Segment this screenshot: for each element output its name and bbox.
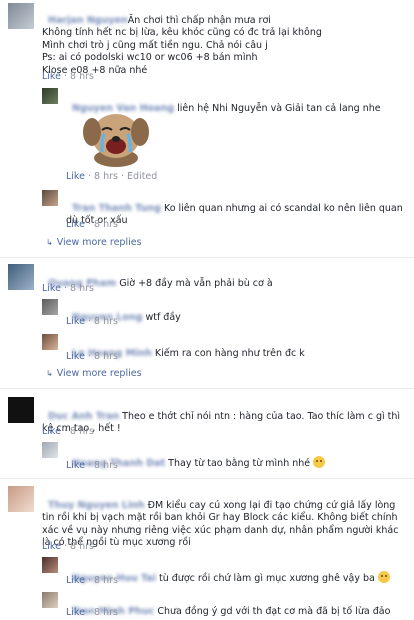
view-more-replies[interactable]: ↳ View more replies: [46, 237, 142, 248]
like-link[interactable]: Like: [66, 460, 85, 471]
comment-body: Harjan NguyenĂn chơi thì chấp nhận mưa r…: [42, 2, 406, 77]
comment-body: Quang Pham Giờ +8 đầy mà vẫn phải bù cơ …: [42, 265, 406, 290]
reply-text: Chưa đồng ý gd với th đạt cơ mà đã bị tố…: [157, 605, 391, 617]
comment-meta: Like · 8 hrs: [42, 71, 94, 82]
reply-arrow-icon: ↳: [46, 238, 53, 247]
reply-text: Kiếm ra con hàng như trên đc k: [154, 347, 305, 359]
reply-text: wtf đầy: [145, 311, 181, 323]
avatar[interactable]: [42, 442, 58, 458]
comment-text: Giờ +8 đầy mà vẫn phải bù cơ à: [119, 277, 273, 289]
like-link[interactable]: Like: [66, 171, 85, 182]
avatar[interactable]: [42, 557, 58, 573]
timestamp[interactable]: 8 hrs: [70, 283, 94, 294]
like-link[interactable]: Like: [42, 426, 61, 437]
grin-emoji: [377, 570, 390, 583]
reply-meta: Like · 8 hrs · Edited: [66, 171, 158, 182]
comment-meta: Like · 8 hrs: [42, 283, 94, 294]
reply-meta: Like · 8 hrs: [66, 607, 118, 618]
avatar[interactable]: [8, 397, 34, 423]
timestamp[interactable]: 8 hrs: [94, 575, 118, 586]
like-link[interactable]: Like: [42, 541, 61, 552]
timestamp[interactable]: 8 hrs: [94, 316, 118, 327]
reply-meta: Like · 8 hrs: [66, 575, 118, 586]
timestamp[interactable]: 8 hrs: [70, 426, 94, 437]
like-link[interactable]: Like: [66, 575, 85, 586]
divider: [0, 388, 414, 389]
avatar[interactable]: [42, 88, 58, 104]
comment-meta: Like · 8 hrs: [42, 541, 94, 552]
reply-meta: Like · 8 hrs: [66, 316, 118, 327]
avatar[interactable]: [8, 486, 34, 512]
reply-author[interactable]: Tran Thanh Tung: [72, 203, 161, 214]
reply-meta: Like · 8 hrs: [66, 219, 118, 230]
avatar[interactable]: [8, 3, 34, 29]
like-link[interactable]: Like: [66, 607, 85, 618]
timestamp[interactable]: 8 hrs: [94, 219, 118, 230]
timestamp[interactable]: 8 hrs: [70, 541, 94, 552]
avatar[interactable]: [42, 190, 58, 206]
reply-text: liên hệ Nhi Nguyễn và Giải tan cả lang n…: [177, 102, 381, 114]
like-link[interactable]: Like: [66, 351, 85, 362]
divider: [0, 478, 414, 479]
divider: [0, 257, 414, 258]
avatar[interactable]: [8, 264, 34, 290]
comment-body: Thuy Nguyen Linh ĐM kiểu cay cú xong lại…: [42, 487, 406, 550]
avatar[interactable]: [42, 299, 58, 315]
reply-text: tù được rồi chứ làm gì mục xương ghê vậy…: [159, 572, 375, 584]
like-link[interactable]: Like: [66, 219, 85, 230]
reply-text: Thay từ tao bằng từ mình nhé: [168, 457, 311, 469]
comment-author[interactable]: Harjan Nguyen: [48, 15, 128, 26]
like-link[interactable]: Like: [66, 316, 85, 327]
view-more-replies[interactable]: ↳ View more replies: [46, 368, 142, 379]
like-link[interactable]: Like: [42, 283, 61, 294]
view-more-label: View more replies: [56, 368, 142, 379]
avatar[interactable]: [42, 592, 58, 608]
edited-label[interactable]: Edited: [127, 171, 157, 182]
comment-meta: Like · 8 hrs: [42, 426, 94, 437]
timestamp[interactable]: 8 hrs: [70, 71, 94, 82]
view-more-label: View more replies: [56, 237, 142, 248]
comment-author[interactable]: Duc Anh Tran: [48, 411, 119, 422]
timestamp[interactable]: 8 hrs: [94, 171, 118, 182]
timestamp[interactable]: 8 hrs: [94, 351, 118, 362]
comment-author[interactable]: Thuy Nguyen Linh: [48, 500, 145, 511]
timestamp[interactable]: 8 hrs: [94, 460, 118, 471]
reply-meta: Like · 8 hrs: [66, 460, 118, 471]
timestamp[interactable]: 8 hrs: [94, 607, 118, 618]
comment-body: Duc Anh Tran Theo e thớt chỉ nói ntn : h…: [42, 398, 406, 436]
reply-arrow-icon: ↳: [46, 369, 53, 378]
reply-meta: Like · 8 hrs: [66, 351, 118, 362]
like-link[interactable]: Like: [42, 71, 61, 82]
smile-emoji: [313, 455, 326, 468]
crying-dog-sticker: [83, 114, 149, 167]
avatar[interactable]: [42, 334, 58, 350]
